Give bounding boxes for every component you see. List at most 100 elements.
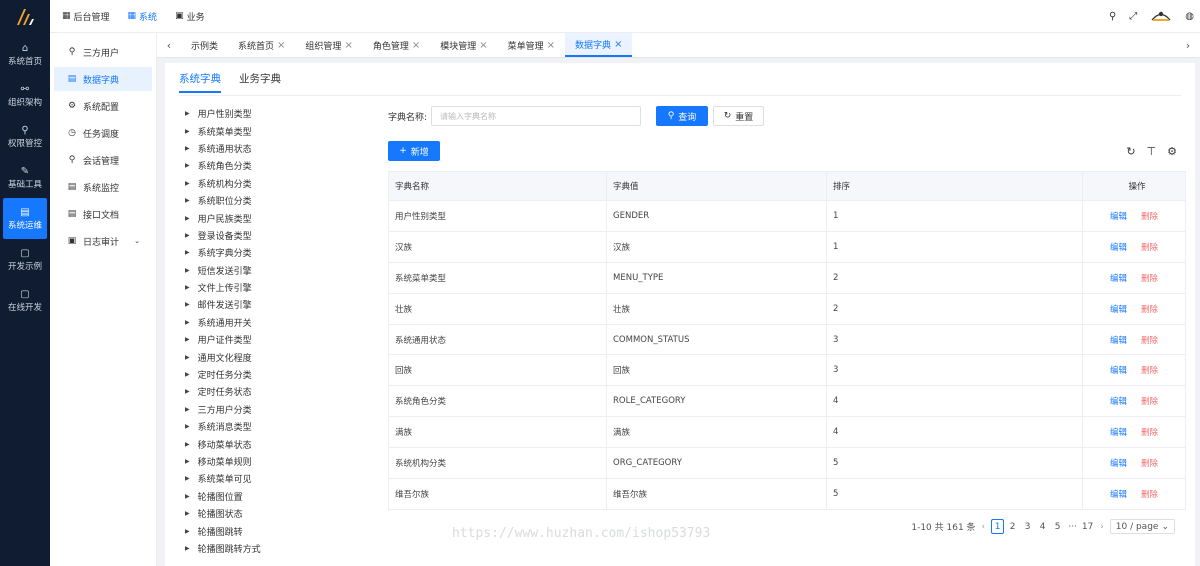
- caret-right-icon[interactable]: ▶: [185, 301, 190, 308]
- edit-link[interactable]: 编辑: [1110, 274, 1127, 284]
- caret-right-icon[interactable]: ▶: [185, 388, 190, 395]
- rail-item-6[interactable]: ▢ 在线开发: [3, 280, 47, 321]
- tree-item[interactable]: ▶ 定时任务分类: [185, 366, 365, 383]
- delete-link[interactable]: 删除: [1141, 459, 1158, 469]
- page-item[interactable]: 2: [1006, 519, 1019, 534]
- tree-item[interactable]: ▶ 系统职位分类: [185, 192, 365, 209]
- tree-item[interactable]: ▶ 系统消息类型: [185, 418, 365, 435]
- edit-link[interactable]: 编辑: [1110, 212, 1127, 222]
- tree-item[interactable]: ▶ 系统菜单类型: [185, 122, 365, 139]
- tree-item[interactable]: ▶ 系统机构分类: [185, 175, 365, 192]
- refresh-icon[interactable]: ↻: [1126, 145, 1135, 158]
- tree-item[interactable]: ▶ 移动菜单规则: [185, 453, 365, 470]
- caret-right-icon[interactable]: ▶: [185, 232, 190, 239]
- query-button[interactable]: ⚲ 查询: [656, 106, 708, 126]
- caret-right-icon[interactable]: ▶: [185, 267, 190, 274]
- edit-link[interactable]: 编辑: [1110, 243, 1127, 253]
- tree-item[interactable]: ▶ 系统字典分类: [185, 244, 365, 261]
- page-tab-0[interactable]: 示例类: [181, 33, 228, 57]
- menu-item-4[interactable]: ⚲ 会话管理: [54, 148, 152, 172]
- caret-right-icon[interactable]: ▶: [185, 545, 190, 552]
- menu-item-3[interactable]: ◷ 任务调度: [54, 121, 152, 145]
- delete-link[interactable]: 删除: [1141, 366, 1158, 376]
- page-tab-6[interactable]: 数据字典 ×: [565, 33, 633, 57]
- caret-right-icon[interactable]: ▶: [185, 406, 190, 413]
- close-icon[interactable]: ×: [344, 40, 352, 51]
- tree-item[interactable]: ▶ 用户性别类型: [185, 105, 365, 122]
- delete-link[interactable]: 删除: [1141, 212, 1158, 222]
- tree-item[interactable]: ▶ 系统通用状态: [185, 140, 365, 157]
- delete-link[interactable]: 删除: [1141, 490, 1158, 500]
- close-icon[interactable]: ×: [479, 40, 487, 51]
- reset-button[interactable]: ↻ 重置: [713, 106, 764, 126]
- edit-link[interactable]: 编辑: [1110, 305, 1127, 315]
- edit-link[interactable]: 编辑: [1110, 428, 1127, 438]
- close-icon[interactable]: ×: [547, 40, 555, 51]
- rail-item-1[interactable]: ⚯ 组织架构: [3, 75, 47, 116]
- top-tab-0[interactable]: ▦ 后台管理: [62, 10, 110, 23]
- tree-item[interactable]: ▶ 轮播图位置: [185, 488, 365, 505]
- next-page-icon[interactable]: ›: [1100, 522, 1104, 532]
- rail-item-2[interactable]: ⚲ 权限管控: [3, 116, 47, 157]
- caret-right-icon[interactable]: ▶: [185, 145, 190, 152]
- delete-link[interactable]: 删除: [1141, 397, 1158, 407]
- page-item[interactable]: ···: [1066, 519, 1079, 534]
- page-item[interactable]: 1: [991, 519, 1005, 534]
- edit-link[interactable]: 编辑: [1110, 459, 1127, 469]
- caret-right-icon[interactable]: ▶: [185, 180, 190, 187]
- menu-item-1[interactable]: ▤ 数据字典: [54, 67, 152, 91]
- subtab-1[interactable]: 业务字典: [239, 71, 281, 93]
- tree-item[interactable]: ▶ 定时任务状态: [185, 383, 365, 400]
- menu-item-0[interactable]: ⚲ 三方用户: [54, 40, 152, 64]
- search-input[interactable]: [431, 106, 642, 126]
- caret-right-icon[interactable]: ▶: [185, 284, 190, 291]
- close-icon[interactable]: ×: [412, 40, 420, 51]
- prev-page-icon[interactable]: ‹: [982, 522, 986, 532]
- menu-item-5[interactable]: ▤ 系统监控: [54, 175, 152, 199]
- language-icon[interactable]: ◍: [1185, 11, 1194, 22]
- delete-link[interactable]: 删除: [1141, 336, 1158, 346]
- page-size-select[interactable]: 10 / page ⌄: [1109, 519, 1175, 534]
- caret-right-icon[interactable]: ▶: [185, 319, 190, 326]
- delete-link[interactable]: 删除: [1141, 305, 1158, 315]
- tree-item[interactable]: ▶ 通用文化程度: [185, 348, 365, 365]
- tree-item[interactable]: ▶ 移动菜单状态: [185, 435, 365, 452]
- menu-item-2[interactable]: ⚙ 系统配置: [54, 94, 152, 118]
- tree-item[interactable]: ▶ 轮播图跳转方式: [185, 540, 365, 557]
- delete-link[interactable]: 删除: [1141, 274, 1158, 284]
- column-height-icon[interactable]: ⊤: [1147, 145, 1157, 158]
- tree-item[interactable]: ▶ 文件上传引擎: [185, 279, 365, 296]
- tree-item[interactable]: ▶ 短信发送引擎: [185, 262, 365, 279]
- page-tab-5[interactable]: 菜单管理 ×: [498, 33, 565, 57]
- caret-right-icon[interactable]: ▶: [185, 441, 190, 448]
- tree-item[interactable]: ▶ 系统菜单可见: [185, 470, 365, 487]
- subtab-0[interactable]: 系统字典: [179, 71, 221, 93]
- caret-right-icon[interactable]: ▶: [185, 475, 190, 482]
- edit-link[interactable]: 编辑: [1110, 366, 1127, 376]
- top-tab-1[interactable]: ▦ 系统: [128, 10, 158, 23]
- page-tab-1[interactable]: 系统首页 ×: [228, 33, 295, 57]
- fullscreen-icon[interactable]: ⤢: [1129, 11, 1137, 22]
- tree-item[interactable]: ▶ 轮播图跳转: [185, 522, 365, 539]
- page-item[interactable]: 4: [1036, 519, 1049, 534]
- tree-item[interactable]: ▶ 轮播图状态: [185, 505, 365, 522]
- caret-right-icon[interactable]: ▶: [185, 354, 190, 361]
- add-button[interactable]: + 新增: [388, 141, 440, 161]
- tree-item[interactable]: ▶ 登录设备类型: [185, 227, 365, 244]
- page-item[interactable]: 5: [1051, 519, 1064, 534]
- edit-link[interactable]: 编辑: [1110, 490, 1127, 500]
- caret-right-icon[interactable]: ▶: [185, 128, 190, 135]
- rail-item-0[interactable]: ⌂ 系统首页: [3, 34, 47, 75]
- tree-item[interactable]: ▶ 邮件发送引擎: [185, 296, 365, 313]
- caret-right-icon[interactable]: ▶: [185, 336, 190, 343]
- close-icon[interactable]: ×: [277, 40, 285, 51]
- page-tab-4[interactable]: 模块管理 ×: [430, 33, 497, 57]
- caret-right-icon[interactable]: ▶: [185, 110, 190, 117]
- tabs-scroll-left-icon[interactable]: ‹: [157, 33, 181, 57]
- menu-item-7[interactable]: ▣ 日志审计 ⌄: [54, 229, 152, 253]
- caret-right-icon[interactable]: ▶: [185, 162, 190, 169]
- tabs-scroll-right-icon[interactable]: ›: [1176, 33, 1200, 58]
- page-tab-3[interactable]: 角色管理 ×: [363, 33, 430, 57]
- avatar[interactable]: [1150, 8, 1172, 25]
- edit-link[interactable]: 编辑: [1110, 397, 1127, 407]
